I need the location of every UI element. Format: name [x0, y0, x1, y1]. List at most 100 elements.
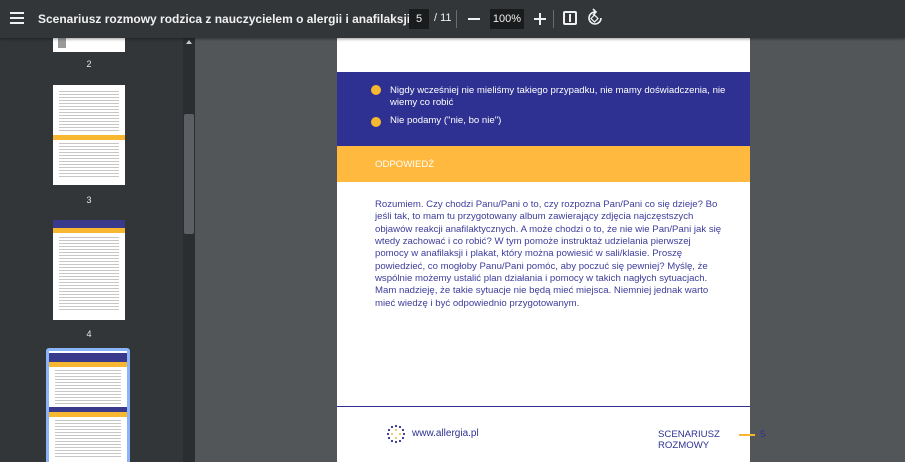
thumbnail-text-line	[55, 444, 121, 445]
thumbnail-text-line	[59, 176, 119, 177]
thumbnail-text-line	[55, 429, 121, 430]
thumbnail-text-line	[59, 246, 119, 247]
thumbnail-text-line	[59, 170, 119, 171]
allergia-logo-icon	[386, 424, 406, 444]
thumbnail-text-line	[59, 161, 119, 162]
thumbnail-text-line	[59, 112, 119, 113]
thumbnail-text-line	[55, 435, 121, 436]
thumbnail-text-line	[59, 279, 119, 280]
thumbnail-text-line	[55, 426, 121, 427]
thumbnail-text-line	[59, 255, 119, 256]
thumbnail-text-line	[59, 261, 119, 262]
thumbnail-text-line	[59, 115, 119, 116]
thumbnail-text-line	[59, 155, 119, 156]
thumbnail-text-line	[59, 109, 119, 110]
page-number-input[interactable]: 5	[409, 9, 429, 29]
thumbnail-page-5[interactable]	[49, 351, 127, 462]
document-viewer: Nigdy wcześniej nie mieliśmy takiego prz…	[195, 38, 905, 462]
thumbnail-band	[53, 220, 125, 228]
thumbnail-text-line	[59, 100, 119, 101]
zoom-in-button[interactable]	[532, 8, 548, 28]
thumbnail-text-line	[55, 382, 121, 383]
thumbnail-page-3[interactable]	[53, 85, 125, 185]
thumbnail-text-line	[59, 282, 119, 283]
thumbnail-text-line	[59, 121, 119, 122]
thumbnail-text-line	[55, 423, 121, 424]
thumbnail-text-line	[59, 152, 119, 153]
footer-dash	[739, 434, 755, 436]
answer-text: Rozumiem. Czy chodzi Panu/Pani o to, czy…	[375, 199, 722, 309]
thumbnail-text-line	[55, 453, 121, 454]
thumbnail-page-4[interactable]	[53, 220, 125, 320]
pdf-toolbar: Scenariusz rozmowy rodzica z nauczyciele…	[0, 0, 905, 38]
thumbnail-text-line	[59, 127, 119, 128]
bullet-dot	[371, 117, 381, 127]
scroll-up-arrow-icon[interactable]	[186, 40, 192, 44]
thumbnail-text-line	[59, 306, 119, 307]
thumbnail-text-line	[59, 270, 119, 271]
thumbnail-text-line	[59, 158, 119, 159]
thumbnail-text-line	[55, 373, 121, 374]
section-heading: ODPOWIEDŹ	[375, 159, 435, 170]
thumbnail-band	[49, 353, 127, 362]
scrollbar-thumb[interactable]	[184, 114, 194, 234]
thumbnail-text-line	[55, 432, 121, 433]
sidebar-scrollbar[interactable]	[183, 38, 195, 462]
thumbnail-text-line	[55, 450, 121, 451]
thumbnail-text-line	[59, 288, 119, 289]
thumbnail-text-line	[59, 149, 119, 150]
bullet-dot	[371, 85, 381, 95]
thumbnail-text-line	[59, 91, 119, 92]
thumbnail-text-line	[59, 130, 119, 131]
thumbnail-text-line	[59, 276, 119, 277]
thumbnail-text-line	[55, 397, 121, 398]
thumbnail-text-line	[59, 118, 119, 119]
thumbnail-text-line	[55, 379, 121, 380]
thumbnail-text-line	[59, 267, 119, 268]
rotate-glyph	[588, 8, 602, 25]
thumbnail-text-line	[59, 297, 119, 298]
pdf-page: Nigdy wcześniej nie mieliśmy takiego prz…	[337, 38, 765, 462]
thumbnail-text-line	[59, 309, 119, 310]
thumbnail-label: 2	[86, 59, 92, 69]
zoom-out-button[interactable]	[466, 8, 482, 28]
toolbar-divider	[553, 10, 554, 28]
thumbnail-text-line	[59, 164, 119, 165]
thumbnail-text-line	[59, 167, 119, 168]
thumbnail-text-line	[59, 294, 119, 295]
thumbnail-text-line	[59, 258, 119, 259]
thumbnail-text-line	[59, 303, 119, 304]
toolbar-divider	[456, 10, 457, 28]
thumbnail-text-line	[59, 291, 119, 292]
thumbnail-text-line	[59, 94, 119, 95]
footer-label: SCENARIUSZ ROZMOWY	[658, 429, 720, 451]
page-total: / 11	[434, 12, 452, 24]
thumbnail-page-2[interactable]	[53, 38, 125, 52]
thumbnail-text-line	[55, 441, 121, 442]
zoom-level-input[interactable]: 100%	[490, 9, 524, 29]
footer-page-number: 5	[760, 429, 766, 440]
thumbnail-band	[53, 228, 125, 233]
objections-band: Nigdy wcześniej nie mieliśmy takiego prz…	[337, 72, 750, 146]
thumbnail-text-line	[59, 173, 119, 174]
fit-to-page-icon[interactable]	[563, 11, 577, 25]
thumbnail-band	[53, 135, 125, 140]
thumbnail-text-line	[59, 243, 119, 244]
thumbnail-text-line	[59, 237, 119, 238]
objection-item: Nigdy wcześniej nie mieliśmy takiego prz…	[390, 85, 726, 108]
objection-item: Nie podamy ("nie, bo nie")	[390, 115, 502, 126]
thumbnail-text-line	[59, 103, 119, 104]
thumbnail-text-line	[59, 143, 119, 144]
thumbnail-text-line	[59, 146, 119, 147]
menu-icon[interactable]	[8, 10, 26, 28]
thumbnail-text-line	[59, 300, 119, 301]
thumbnail-text-line	[59, 97, 119, 98]
rotate-icon[interactable]	[586, 8, 604, 28]
answer-heading-band: ODPOWIEDŹ	[337, 146, 750, 182]
thumbnail-sidebar: 2 3 4	[0, 38, 195, 462]
thumbnail-image	[58, 38, 66, 48]
thumbnail-text-line	[55, 456, 121, 457]
thumbnail-text-line	[55, 447, 121, 448]
thumbnail-band	[49, 362, 127, 367]
thumbnail-text-line	[55, 388, 121, 389]
